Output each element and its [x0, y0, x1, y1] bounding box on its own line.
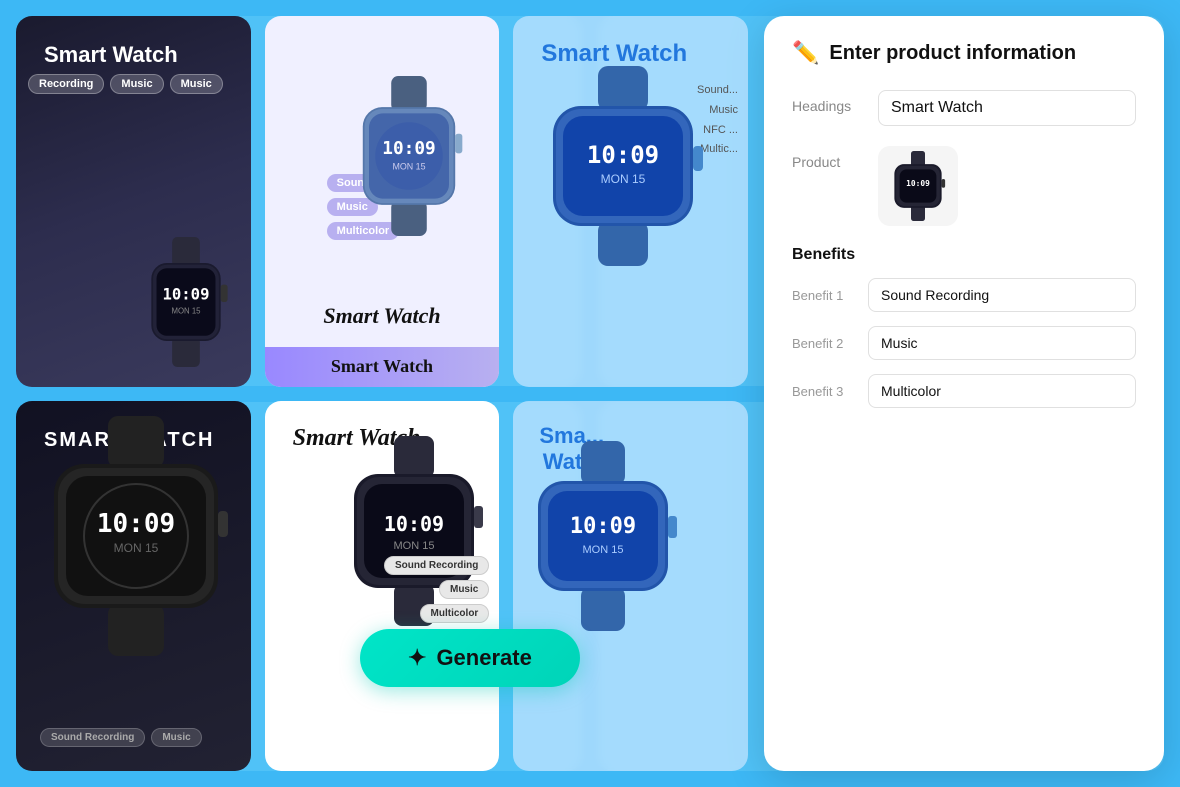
benefits-title: Benefits	[792, 246, 1136, 264]
svg-text:MON 15: MON 15	[601, 172, 646, 186]
tag: Recording	[28, 74, 104, 94]
benefit-row-2: Benefit 2	[792, 326, 1136, 360]
card-4-tags: Sound Recording Music	[28, 720, 214, 755]
generate-button[interactable]: ✦ Generate	[360, 629, 580, 687]
right-panel: ✏️ Enter product information Headings Pr…	[764, 16, 1164, 771]
product-card-1[interactable]: Smart Watch Recording Music Music	[16, 16, 251, 387]
generate-label: Generate	[436, 645, 531, 671]
benefit-1-label: Benefit 1	[792, 288, 852, 303]
edit-icon: ✏️	[792, 40, 819, 66]
svg-text:10:09: 10:09	[570, 514, 636, 539]
product-card-2[interactable]: Sound Recording Music Multicolor	[265, 16, 500, 387]
card-2-title: Smart Watch	[311, 295, 452, 337]
svg-text:10:09: 10:09	[97, 509, 175, 539]
generate-icon: ✦	[408, 645, 426, 671]
svg-text:MON 15: MON 15	[171, 306, 201, 315]
benefit-3-input[interactable]	[868, 374, 1136, 408]
watch-image-6: 10:09 MON 15	[523, 441, 683, 631]
product-card-6[interactable]: Sma...Wat... 10:09 MON 15	[513, 401, 748, 772]
watch-image-4: 10:09 MON 15	[31, 416, 241, 656]
product-card-4[interactable]: SMART WATCH 10:09 MON 15 Sound Recording…	[16, 401, 251, 772]
product-label: Product	[792, 146, 862, 170]
svg-text:10:09: 10:09	[587, 141, 659, 169]
tag: Music	[170, 74, 223, 94]
product-row: Product 10:09	[792, 146, 1136, 226]
tag: Multicolor	[420, 604, 490, 623]
card-1-tags: Recording Music Music	[16, 66, 235, 102]
panel-title: Enter product information	[829, 42, 1076, 65]
svg-text:MON 15: MON 15	[113, 541, 158, 555]
panel-header: ✏️ Enter product information	[792, 40, 1136, 66]
watch-image-2: 10:09 MON 15	[339, 76, 479, 236]
svg-text:MON 15: MON 15	[583, 544, 624, 556]
tag: Music	[439, 580, 489, 599]
svg-text:10:09: 10:09	[384, 512, 444, 536]
benefit-2-label: Benefit 2	[792, 336, 852, 351]
svg-text:10:09: 10:09	[906, 179, 930, 188]
headings-row: Headings	[792, 90, 1136, 126]
benefit-3-label: Benefit 3	[792, 384, 852, 399]
svg-text:MON 15: MON 15	[394, 540, 435, 552]
svg-text:10:09: 10:09	[162, 285, 209, 303]
product-thumbnail[interactable]: 10:09	[878, 146, 958, 226]
svg-text:10:09: 10:09	[383, 139, 436, 159]
benefit-1-input[interactable]	[868, 278, 1136, 312]
tag: Music	[110, 74, 163, 94]
product-card-5[interactable]: Smart Watch 10:09 MON 15 Sound Recording…	[265, 401, 500, 772]
product-card-3[interactable]: Smart Watch Sound... Music NFC ... Multi…	[513, 16, 748, 387]
svg-text:MON 15: MON 15	[393, 161, 426, 171]
tag: Music	[151, 728, 201, 747]
watch-image-1: 10:09 MON 15	[131, 237, 241, 367]
watch-image-3: 10:09 MON 15	[533, 66, 713, 266]
headings-input[interactable]	[878, 90, 1136, 126]
card-5-tags: Sound Recording Music Multicolor	[384, 556, 489, 623]
benefit-row-1: Benefit 1	[792, 278, 1136, 312]
tag: Sound Recording	[384, 556, 489, 575]
card-2-banner: Smart Watch	[331, 356, 433, 377]
headings-label: Headings	[792, 90, 862, 114]
benefit-2-input[interactable]	[868, 326, 1136, 360]
benefits-section: Benefits Benefit 1 Benefit 2 Benefit 3	[792, 246, 1136, 408]
benefit-row-3: Benefit 3	[792, 374, 1136, 408]
main-content: Smart Watch Recording Music Music	[0, 0, 1180, 787]
tag: Sound Recording	[40, 728, 145, 747]
